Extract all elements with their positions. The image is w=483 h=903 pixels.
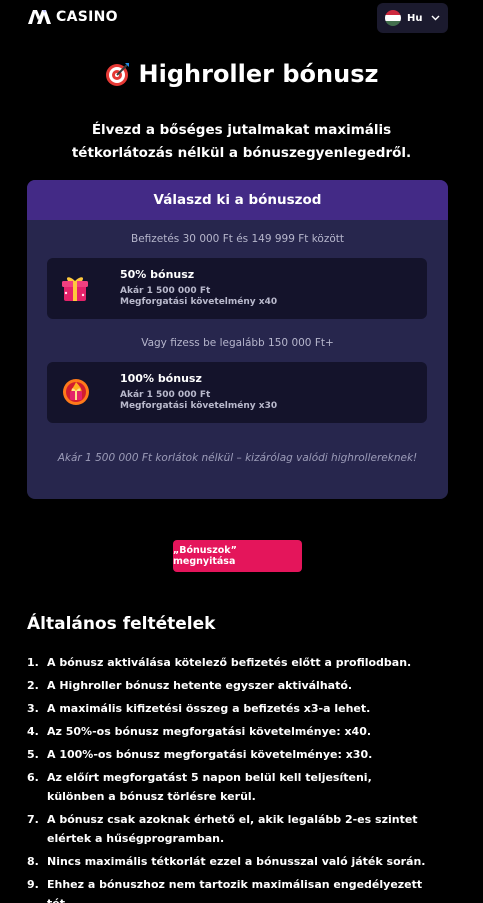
terms-list-item: 6. Az előírt megforgatást 5 napon belül k… bbox=[27, 768, 427, 806]
terms-list: 1. A bónusz aktiválása kötelező befizetés… bbox=[27, 653, 427, 903]
terms-list-item: 2. A Highroller bónusz hetente egyszer ak… bbox=[27, 676, 427, 695]
term-number: 3. bbox=[27, 702, 39, 715]
term-text: Az 50%-os bónusz megforgatási követelmén… bbox=[47, 725, 372, 738]
deposit-range-note: Befizetés 30 000 Ft és 149 999 Ft között bbox=[130, 233, 345, 245]
term-text: A bónusz aktiválása kötelező befizetés e… bbox=[47, 656, 412, 669]
casino-logo[interactable]: CASINO bbox=[28, 9, 118, 25]
terms-list-item: 3. A maximális kifizetési összeg a befize… bbox=[27, 699, 427, 718]
deposit-minimum-note: Vagy fizess be legalább 150 000 Ft+ bbox=[141, 337, 334, 349]
term-text: A Highroller bónusz hetente egyszer akti… bbox=[47, 679, 353, 692]
offer-wager: Megforgatási követelmény x30 bbox=[120, 401, 278, 411]
page-title-row: Highroller bónusz bbox=[0, 56, 483, 92]
chevron-down-icon bbox=[431, 15, 440, 21]
gift-box-icon bbox=[62, 277, 88, 301]
term-number: 4. bbox=[27, 725, 39, 738]
term-text: Ehhez a bónuszhoz nem tartozik maximális… bbox=[47, 878, 423, 903]
offer-amount: Akár 1 500 000 Ft bbox=[120, 390, 211, 400]
logo-mark-icon bbox=[28, 10, 51, 24]
terms-list-item: 1. A bónusz aktiválása kötelező befizetés… bbox=[27, 653, 427, 672]
term-number: 7. bbox=[27, 813, 39, 826]
language-selector[interactable]: Hu bbox=[377, 3, 448, 33]
offer-amount: Akár 1 500 000 Ft bbox=[120, 286, 211, 296]
terms-list-item: 4. Az 50%-os bónusz megforgatási követelm… bbox=[27, 722, 427, 741]
bonus-offer-100[interactable]: 100% bónusz Akár 1 500 000 Ft Megforgatá… bbox=[47, 362, 427, 423]
target-icon bbox=[105, 63, 129, 86]
term-number: 9. bbox=[27, 878, 39, 891]
term-number: 8. bbox=[27, 855, 39, 868]
terms-list-item: 9. Ehhez a bónuszhoz nem tartozik maximál… bbox=[27, 875, 427, 903]
language-code: Hu bbox=[407, 12, 423, 24]
term-text: A bónusz csak azoknak érhető el, akik le… bbox=[47, 813, 418, 845]
term-number: 6. bbox=[27, 771, 39, 784]
term-number: 5. bbox=[27, 748, 39, 761]
terms-heading: Általános feltételek bbox=[27, 614, 216, 634]
fire-gift-icon bbox=[63, 379, 89, 405]
bonus-card: Válaszd ki a bónuszod Befizetés 30 000 F… bbox=[27, 180, 448, 499]
offer-wager: Megforgatási követelmény x40 bbox=[120, 297, 278, 307]
page-subtitle: Élvezd a bőséges jutalmakat maximális té… bbox=[71, 122, 412, 161]
terms-list-item: 8. Nincs maximális tétkorlát ezzel a bónu… bbox=[27, 852, 427, 871]
terms-list-item: 5. A 100%-os bónusz megforgatási követelm… bbox=[27, 745, 427, 764]
bonus-offer-50[interactable]: 50% bónusz Akár 1 500 000 Ft Megforgatás… bbox=[47, 258, 427, 319]
term-number: 1. bbox=[27, 656, 39, 669]
terms-list-item: 7. A bónusz csak azoknak érhető el, akik … bbox=[27, 810, 427, 848]
term-text: A maximális kifizetési összeg a befizeté… bbox=[47, 702, 371, 715]
offer-title: 50% bónusz bbox=[120, 268, 195, 281]
term-number: 2. bbox=[27, 679, 39, 692]
page-title: Highroller bónusz bbox=[138, 60, 379, 88]
term-text: A 100%-os bónusz megforgatási követelmén… bbox=[47, 748, 373, 761]
term-text: Az előírt megforgatást 5 napon belül kel… bbox=[47, 771, 372, 803]
offer-title: 100% bónusz bbox=[120, 372, 202, 385]
logo-text: CASINO bbox=[56, 9, 118, 25]
bonus-card-heading: Válaszd ki a bónuszod bbox=[27, 180, 448, 220]
term-text: Nincs maximális tétkorlát ezzel a bónuss… bbox=[47, 855, 426, 868]
top-bar: CASINO Hu bbox=[0, 0, 483, 36]
open-bonuses-button[interactable]: „Bónuszok” megnyitása bbox=[173, 540, 302, 572]
hungary-flag-icon bbox=[385, 10, 401, 26]
bonus-card-footer-note: Akár 1 500 000 Ft korlátok nélkül – kizá… bbox=[57, 452, 418, 464]
